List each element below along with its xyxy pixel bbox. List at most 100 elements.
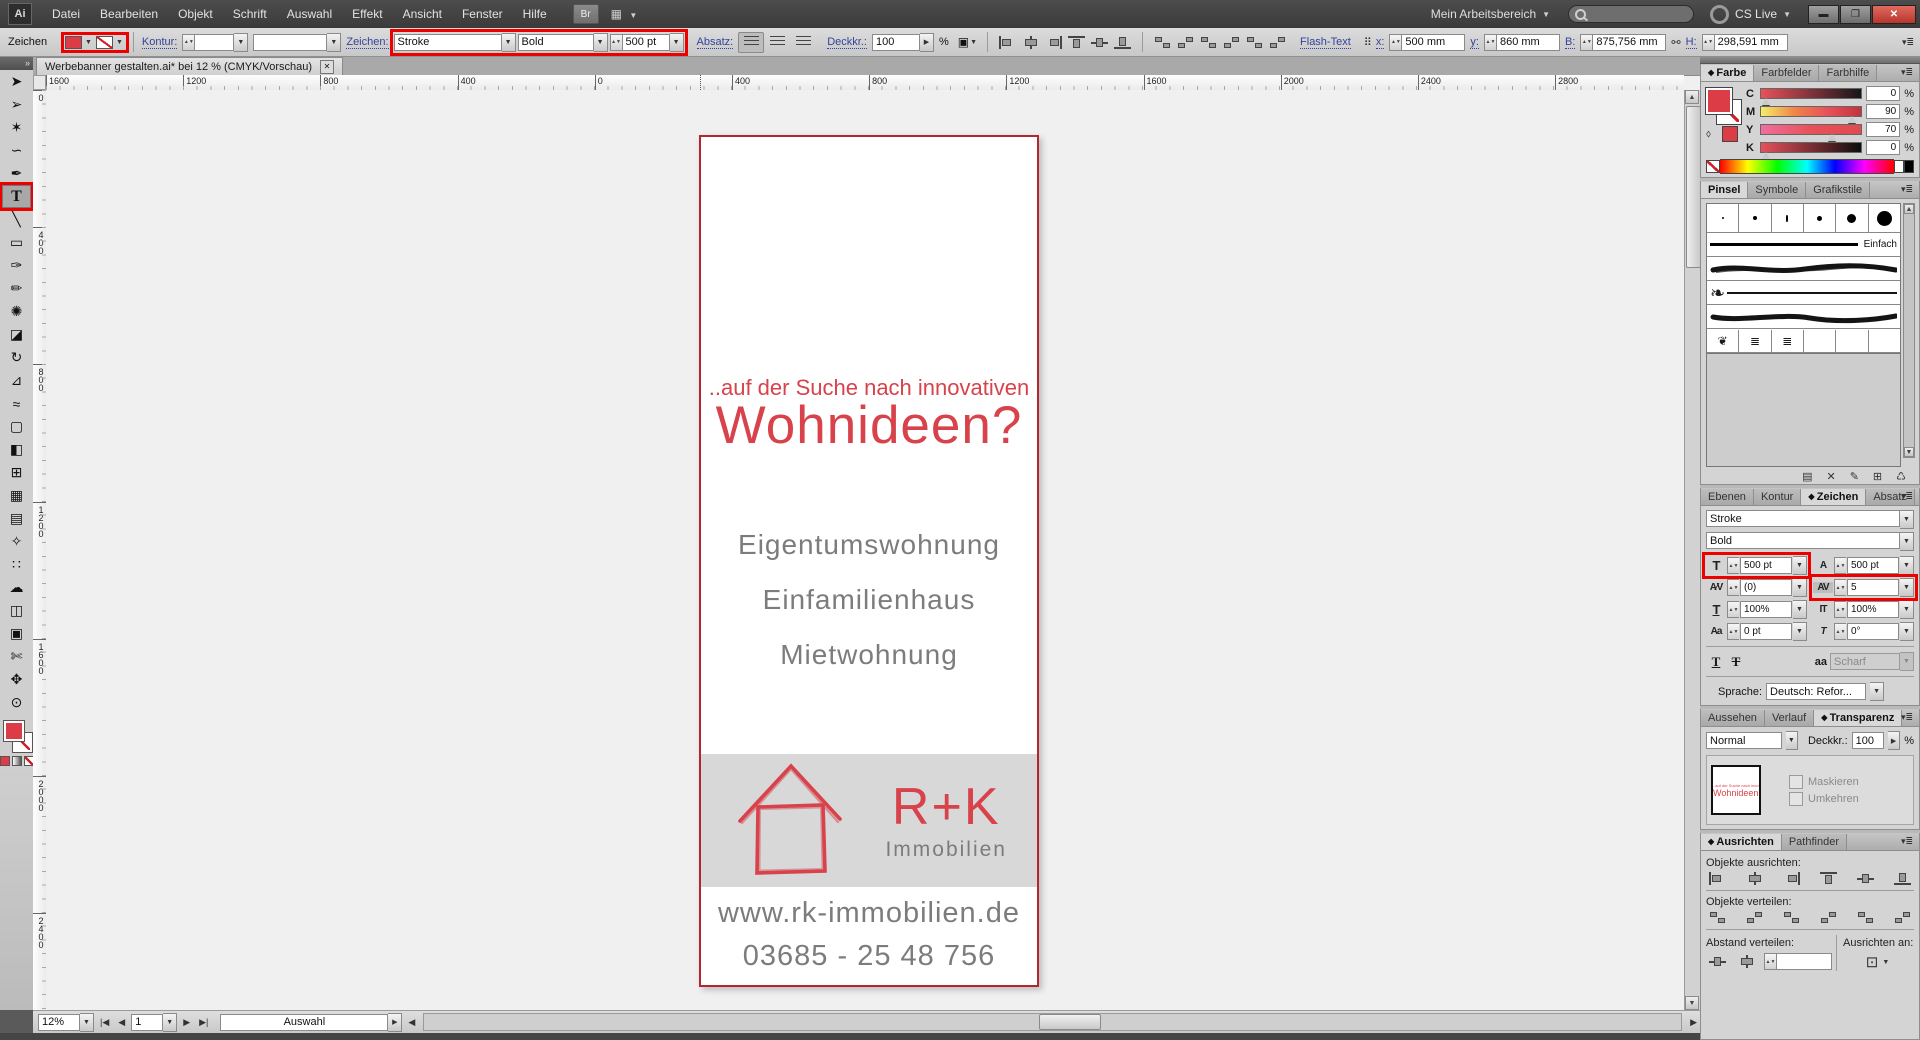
vertical-distribute-top-icon[interactable] xyxy=(1154,36,1171,49)
menu-item[interactable]: Effekt xyxy=(342,3,392,25)
x-position-field[interactable]: 500 mm xyxy=(1401,34,1465,51)
scroll-down-icon[interactable]: ▼ xyxy=(1904,447,1914,457)
horizontal-scale-field[interactable]: 100% xyxy=(1740,601,1792,618)
tracking-field[interactable]: 5 xyxy=(1847,579,1899,596)
gradient-tool[interactable]: ▤ xyxy=(2,507,31,530)
brush-swatch[interactable] xyxy=(1836,330,1868,352)
remove-brush-stroke-icon[interactable]: ✕ xyxy=(1826,470,1835,483)
menu-item[interactable]: Datei xyxy=(42,3,90,25)
type-tool[interactable]: T xyxy=(2,185,31,208)
scroll-right-icon[interactable]: ▶ xyxy=(1687,1017,1700,1028)
next-page-button[interactable]: ▶ xyxy=(180,1017,193,1028)
magic-wand-tool[interactable]: ✶ xyxy=(2,116,31,139)
height-field[interactable]: 298,591 mm xyxy=(1714,34,1788,51)
baseline-shift-dropdown-icon[interactable]: ▼ xyxy=(1793,622,1807,641)
character-panel-link[interactable]: Zeichen: xyxy=(346,36,388,49)
free-transform-tool[interactable]: ▢ xyxy=(2,415,31,438)
last-page-button[interactable]: ▶| xyxy=(196,1017,211,1028)
kerning-stepper[interactable]: ▲▼ xyxy=(1727,579,1739,596)
character-rotation-field[interactable]: 0° xyxy=(1847,623,1899,640)
new-brush-icon[interactable]: ⊞ xyxy=(1873,470,1882,483)
fill-stroke-indicator[interactable] xyxy=(2,720,32,754)
font-size-dropdown-icon[interactable]: ▼ xyxy=(670,33,684,52)
recolor-artwork-icon[interactable]: ▣ xyxy=(958,35,969,49)
opacity-label[interactable]: Deckkr.: xyxy=(827,36,867,49)
menu-item[interactable]: Ansicht xyxy=(393,3,452,25)
ornament-brush-row[interactable]: ❧ xyxy=(1707,281,1900,305)
channel-slider[interactable] xyxy=(1760,88,1862,99)
width-field[interactable]: 875,756 mm xyxy=(1592,34,1666,51)
document-close-icon[interactable]: ✕ xyxy=(320,60,334,74)
arrange-documents-icon[interactable]: ▦ ▼ xyxy=(611,7,640,21)
close-button[interactable]: ✕ xyxy=(1872,5,1916,24)
anti-aliasing-dropdown-icon[interactable]: ▼ xyxy=(1900,652,1914,671)
blob-brush-tool[interactable]: ✺ xyxy=(2,300,31,323)
horizontal-align-left-icon[interactable] xyxy=(1709,872,1726,885)
panel-tab[interactable]: Transparenz xyxy=(1814,710,1902,726)
gamut-color-chip[interactable] xyxy=(1722,126,1738,142)
stroke-weight-label[interactable]: Kontur: xyxy=(142,36,177,49)
pen-tool[interactable]: ✒ xyxy=(2,162,31,185)
black-chip[interactable] xyxy=(1904,160,1914,173)
status-indicator-field[interactable]: Auswahl xyxy=(220,1014,388,1031)
object-thumbnail[interactable]: ..auf der Suche nach innovativen Wohnide… xyxy=(1711,765,1761,815)
panel-tab[interactable]: Ebenen xyxy=(1701,489,1754,505)
horizontal-align-right-icon[interactable] xyxy=(1045,36,1062,49)
scroll-down-icon[interactable]: ▼ xyxy=(1685,996,1699,1010)
vertical-scale-stepper[interactable]: ▲▼ xyxy=(1834,601,1846,618)
brush-swatch[interactable] xyxy=(1869,330,1900,352)
language-field[interactable]: Deutsch: Refor... xyxy=(1766,683,1866,700)
panel-tab[interactable]: Farbe xyxy=(1701,65,1754,81)
brush-swatch[interactable] xyxy=(1804,204,1836,232)
menu-item[interactable]: Hilfe xyxy=(513,3,557,25)
fill-swatch[interactable] xyxy=(1706,88,1732,114)
vertical-scale-dropdown-icon[interactable]: ▼ xyxy=(1900,600,1914,619)
tracking-dropdown-icon[interactable]: ▼ xyxy=(1900,578,1914,597)
page-number-field[interactable]: 1 xyxy=(131,1014,163,1031)
paragraph-align-right-icon[interactable] xyxy=(790,32,816,53)
none-color-chip[interactable] xyxy=(1706,160,1720,173)
slider-handle-icon[interactable] xyxy=(1828,134,1836,141)
brush-swatch[interactable] xyxy=(1739,204,1771,232)
status-dropdown-icon[interactable]: ▶ xyxy=(388,1013,402,1032)
font-size-dropdown-icon[interactable]: ▼ xyxy=(1793,556,1807,575)
menu-item[interactable]: Fenster xyxy=(452,3,513,25)
kerning-field[interactable]: (0) xyxy=(1740,579,1792,596)
dock-drag-bar[interactable] xyxy=(1700,57,1920,64)
vertical-distribute-center-icon[interactable] xyxy=(1746,911,1763,924)
spacing-field[interactable] xyxy=(1776,953,1832,970)
paragraph-align-center-icon[interactable] xyxy=(764,32,790,53)
color-panel-swatches[interactable]: ⬨ xyxy=(1706,86,1742,138)
stroke-weight-dropdown-icon[interactable]: ▼ xyxy=(234,33,248,52)
maskieren-checkbox[interactable] xyxy=(1789,775,1803,789)
font-size-field[interactable]: 500 pt xyxy=(622,34,670,51)
control-bar-menu-icon[interactable]: ▾≣ xyxy=(1902,37,1914,48)
horizontal-scale-dropdown-icon[interactable]: ▼ xyxy=(1793,600,1807,619)
color-button[interactable] xyxy=(0,756,10,766)
paintbrush-tool[interactable]: ✑ xyxy=(2,254,31,277)
flash-text-link[interactable]: Flash-Text xyxy=(1300,36,1351,49)
panel-tab[interactable]: Pinsel xyxy=(1701,182,1748,198)
hand-tool[interactable]: ✥ xyxy=(2,668,31,691)
transparency-panel-menu-icon[interactable]: ▾≣ xyxy=(1896,710,1918,725)
vertical-ruler[interactable]: 04008001200160020002400 xyxy=(33,90,47,1010)
fill-color-swatch[interactable] xyxy=(65,36,82,49)
character-panel-menu-icon[interactable]: ▾≣ xyxy=(1896,489,1918,504)
width-label[interactable]: B: xyxy=(1565,36,1575,49)
panel-tab[interactable]: Verlauf xyxy=(1765,710,1814,726)
horizontal-align-center-icon[interactable] xyxy=(1746,872,1763,885)
spacing-stepper[interactable]: ▲▼ xyxy=(1764,953,1776,970)
horizontal-distribute-left-icon[interactable] xyxy=(1223,36,1240,49)
search-input[interactable] xyxy=(1568,5,1694,23)
stroke-weight-field[interactable] xyxy=(194,34,234,51)
direct-selection-tool[interactable]: ➢ xyxy=(2,93,31,116)
vertical-distribute-center-icon[interactable] xyxy=(1177,36,1194,49)
stroke-color-swatch[interactable] xyxy=(96,36,113,49)
channel-value-field[interactable]: 70 xyxy=(1866,122,1900,137)
leading-dropdown-icon[interactable]: ▼ xyxy=(1900,556,1914,575)
leading-field[interactable]: 500 pt xyxy=(1847,557,1899,574)
panel-tab[interactable]: Ausrichten xyxy=(1701,834,1782,850)
vertical-align-bottom-icon[interactable] xyxy=(1114,36,1131,49)
y-position-label[interactable]: y: xyxy=(1470,36,1479,49)
baseline-shift-stepper[interactable]: ▲▼ xyxy=(1727,623,1739,640)
